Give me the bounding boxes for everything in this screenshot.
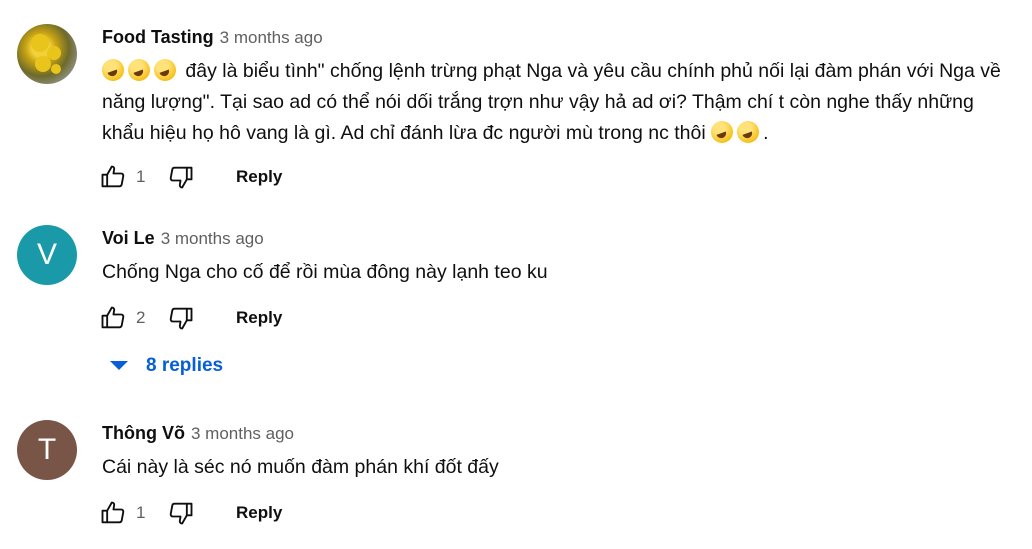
rolling-laughing-emoji-icon bbox=[128, 59, 150, 81]
comment-thread: Food Tasting 3 months ago đây là biểu tì… bbox=[0, 0, 1032, 549]
timestamp[interactable]: 3 months ago bbox=[161, 229, 264, 249]
thumbs-down-icon[interactable] bbox=[166, 303, 196, 333]
thumbs-up-icon[interactable] bbox=[98, 162, 128, 192]
avatar-letter: V bbox=[36, 238, 57, 271]
comment-text-tail: . bbox=[763, 122, 769, 144]
thumbs-up-icon[interactable] bbox=[98, 303, 128, 333]
author-name[interactable]: Thông Võ bbox=[102, 423, 185, 444]
reply-button[interactable]: Reply bbox=[236, 503, 282, 523]
rolling-laughing-emoji-icon bbox=[737, 121, 760, 143]
caret-down-icon bbox=[110, 361, 128, 370]
avatar-letter: T bbox=[37, 433, 57, 466]
thumbs-up-icon[interactable] bbox=[98, 498, 128, 528]
avatar[interactable] bbox=[17, 24, 77, 84]
replies-count-label: 8 replies bbox=[146, 355, 224, 376]
like-count: 1 bbox=[136, 167, 146, 186]
comment-actions: 1 Reply bbox=[98, 498, 282, 528]
timestamp[interactable]: 3 months ago bbox=[191, 424, 294, 444]
view-replies-button[interactable]: 8 replies bbox=[108, 355, 223, 377]
thumbs-down-icon[interactable] bbox=[166, 162, 196, 192]
rolling-laughing-emoji-icon bbox=[711, 121, 734, 143]
comment-header: Thông Võ 3 months ago bbox=[102, 423, 294, 444]
comment-text: Chống Nga cho cố để rồi mùa đông này lạn… bbox=[102, 261, 548, 283]
rolling-laughing-emoji-icon bbox=[102, 59, 124, 81]
comment-actions: 2 Reply bbox=[98, 303, 282, 333]
comment-header: Voi Le 3 months ago bbox=[102, 228, 264, 249]
rolling-laughing-emoji-icon bbox=[154, 59, 176, 81]
comment-text-main: đây là biểu tình" chống lệnh trừng phạt … bbox=[102, 60, 1001, 144]
comment-actions: 1 Reply bbox=[98, 162, 282, 192]
reply-button[interactable]: Reply bbox=[236, 308, 282, 328]
comment-text: Cái này là séc nó muốn đàm phán khí đốt … bbox=[102, 456, 499, 478]
avatar[interactable]: V bbox=[17, 225, 77, 285]
reply-button[interactable]: Reply bbox=[236, 167, 282, 187]
comment-text: đây là biểu tình" chống lệnh trừng phạt … bbox=[102, 56, 1002, 149]
author-name[interactable]: Voi Le bbox=[102, 228, 155, 249]
avatar[interactable]: T bbox=[17, 420, 77, 480]
comment-header: Food Tasting 3 months ago bbox=[102, 27, 323, 48]
timestamp[interactable]: 3 months ago bbox=[220, 28, 323, 48]
author-name[interactable]: Food Tasting bbox=[102, 27, 214, 48]
like-count: 1 bbox=[136, 503, 146, 522]
like-count: 2 bbox=[136, 308, 146, 327]
thumbs-down-icon[interactable] bbox=[166, 498, 196, 528]
